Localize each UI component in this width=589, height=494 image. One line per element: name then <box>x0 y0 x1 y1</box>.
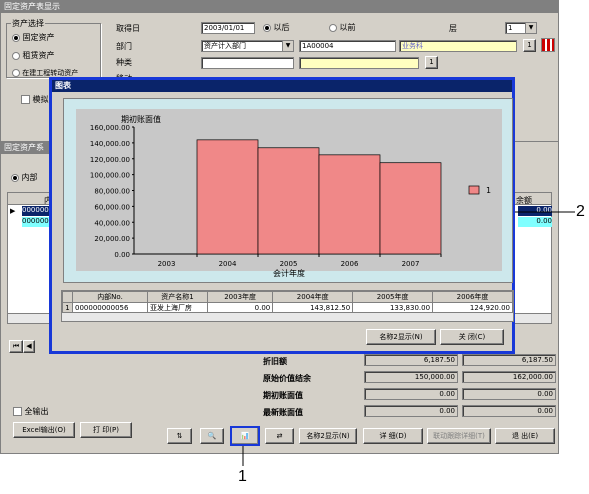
callout-number: 2 <box>576 203 585 220</box>
callout-layer <box>242 211 575 466</box>
callout-number: 1 <box>238 468 247 485</box>
